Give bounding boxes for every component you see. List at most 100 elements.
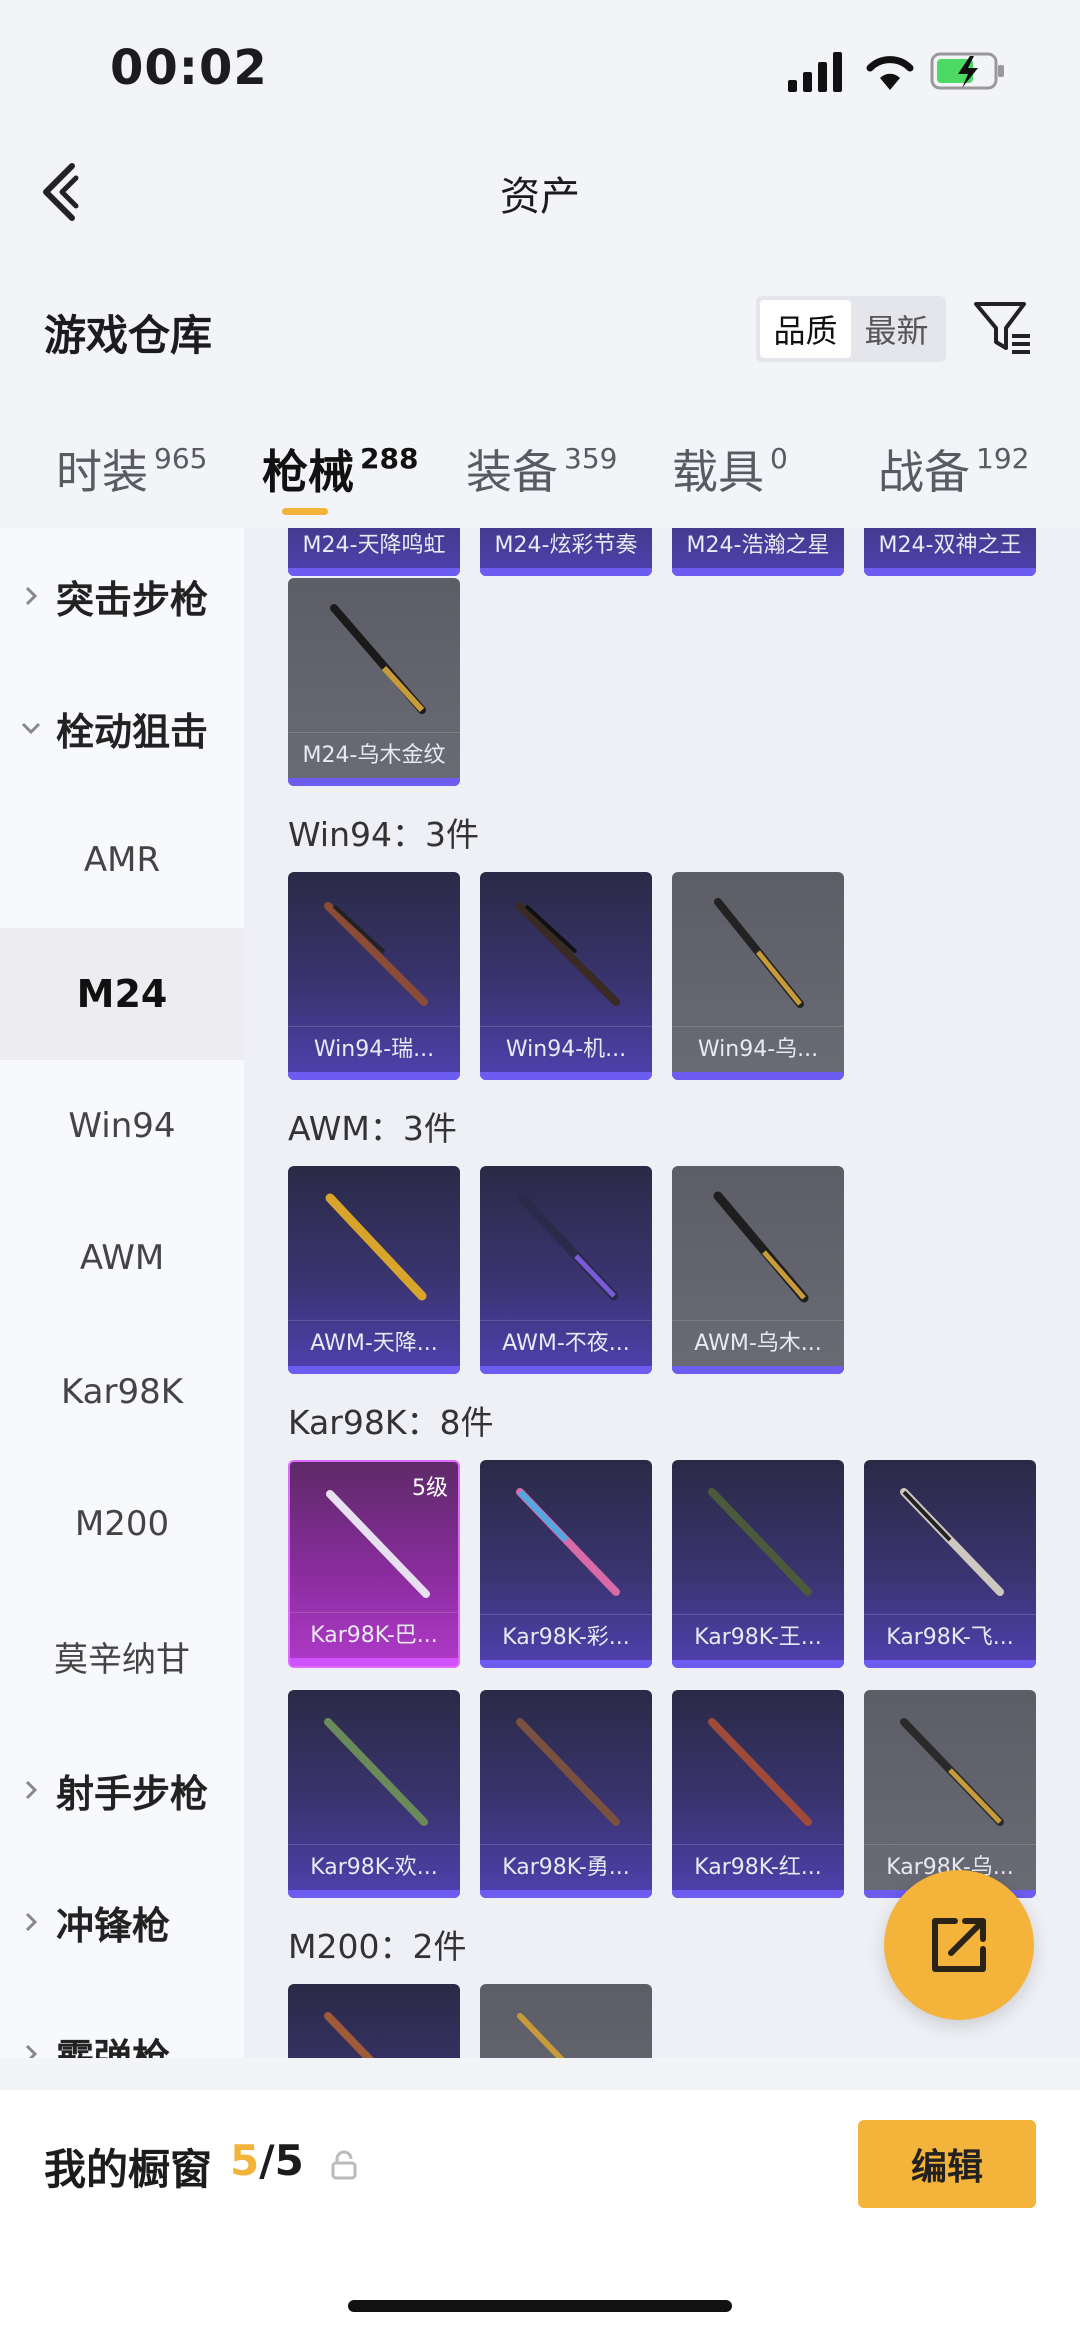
sidebar-item-label: 霰弹枪	[56, 2035, 171, 2059]
tab-label: 战备	[878, 445, 970, 499]
item-card[interactable]: Kar98K-彩...	[480, 1460, 652, 1668]
sidebar-item-marksman[interactable]: 射手步枪	[0, 1724, 244, 1856]
rarity-bar	[864, 1660, 1036, 1668]
tab-fashion[interactable]: 时装 965	[56, 436, 207, 502]
rarity-bar	[480, 1890, 652, 1898]
chevron-right-icon	[25, 2044, 38, 2058]
rifle-icon	[324, 2012, 374, 2058]
item-card[interactable]: Win94-乌...	[672, 872, 844, 1080]
lock-icon	[331, 2150, 357, 2180]
filter-icon[interactable]	[972, 298, 1034, 356]
item-card[interactable]: M24-炫彩节奏	[480, 528, 652, 576]
sidebar-item-label: 突击步枪	[56, 577, 209, 622]
item-card[interactable]: M24-天降鸣虹	[288, 528, 460, 576]
rarity-bar	[480, 1660, 652, 1668]
item-card[interactable]: Kar98K-王...	[672, 1460, 844, 1668]
sidebar-item-smg[interactable]: 冲锋枪	[0, 1856, 244, 1988]
nav-bar: 资产	[0, 140, 1080, 240]
sidebar-item-bolt-sniper[interactable]: 栓动狙击	[0, 662, 244, 794]
item-label: M24-炫彩节奏	[480, 528, 652, 568]
item-label: Kar98K-欢...	[288, 1844, 460, 1890]
rarity-bar	[672, 1366, 844, 1374]
sidebar-item-m200[interactable]: M200	[0, 1458, 244, 1590]
rarity-bar	[480, 568, 652, 576]
status-bar: 00:02	[0, 0, 1080, 130]
item-card[interactable]: Kar98K-飞...	[864, 1460, 1036, 1668]
status-time: 00:02	[110, 40, 268, 96]
sidebar-item-shotgun[interactable]: 霰弹枪	[0, 1988, 244, 2058]
showcase-current: 5	[230, 2136, 260, 2185]
sidebar-item-assault-rifle[interactable]: 突击步枪	[0, 530, 244, 662]
tab-count: 192	[976, 442, 1030, 475]
item-card[interactable]	[288, 1984, 460, 2058]
sidebar-item-m24[interactable]: M24	[0, 928, 244, 1060]
rifle-icon	[324, 1718, 428, 1826]
item-label: Kar98K-勇...	[480, 1844, 652, 1890]
item-label: M24-双神之王	[864, 528, 1036, 568]
share-icon	[932, 1918, 986, 1972]
sort-newest-button[interactable]: 最新	[851, 300, 942, 358]
item-card[interactable]: M24-乌木金纹	[288, 578, 460, 786]
edit-button[interactable]: 编辑	[858, 2120, 1036, 2208]
item-label: M24-乌木金纹	[288, 732, 460, 778]
sidebar-item-kar98k[interactable]: Kar98K	[0, 1326, 244, 1458]
rarity-bar	[672, 1072, 844, 1080]
sidebar-item-amr[interactable]: AMR	[0, 794, 244, 926]
tab-count: 288	[360, 442, 419, 475]
group-title-awm: AWM：3件	[288, 1109, 457, 1148]
tab-supplies[interactable]: 战备 192	[878, 436, 1029, 502]
item-card[interactable]: 5级 Kar98K-巴...	[288, 1460, 460, 1668]
item-card[interactable]: M24-双神之王	[864, 528, 1036, 576]
item-card[interactable]: Kar98K-乌...	[864, 1690, 1036, 1898]
sidebar-item-mosin[interactable]: 莫辛纳甘	[0, 1590, 244, 1722]
tab-count: 359	[564, 442, 618, 475]
rifle-icon	[324, 902, 428, 1006]
tab-guns[interactable]: 枪械 288	[262, 436, 418, 502]
group-title-m200: M200：2件	[288, 1927, 467, 1966]
item-card[interactable]: Win94-机...	[480, 872, 652, 1080]
tab-label: 装备	[466, 445, 558, 499]
item-card[interactable]: Kar98K-勇...	[480, 1690, 652, 1898]
item-card[interactable]: AWM-不夜...	[480, 1166, 652, 1374]
rifle-icon	[517, 2013, 565, 2058]
chevron-right-icon	[25, 1912, 38, 1932]
tab-count: 965	[154, 442, 208, 475]
sidebar-item-win94[interactable]: Win94	[0, 1060, 244, 1192]
rarity-bar	[480, 1366, 652, 1374]
rarity-bar	[288, 1366, 460, 1374]
section-title: 游戏仓库	[44, 311, 213, 360]
share-button[interactable]	[884, 1870, 1034, 2020]
item-card[interactable]: AWM-天降...	[288, 1166, 460, 1374]
signal-icon	[788, 52, 842, 92]
item-label: AWM-天降...	[288, 1320, 460, 1366]
item-card[interactable]: Kar98K-欢...	[288, 1690, 460, 1898]
item-card[interactable]: M24-浩瀚之星	[672, 528, 844, 576]
sidebar-item-awm[interactable]: AWM	[0, 1192, 244, 1324]
item-label: Kar98K-巴...	[290, 1612, 458, 1658]
item-card[interactable]	[480, 1984, 652, 2058]
rarity-bar	[864, 568, 1036, 576]
tab-vehicles[interactable]: 载具 0	[672, 436, 788, 502]
item-card[interactable]: Kar98K-红...	[672, 1690, 844, 1898]
item-label: M24-浩瀚之星	[672, 528, 844, 568]
group-title-win94: Win94：3件	[288, 815, 479, 854]
sidebar: 突击步枪 栓动狙击 AMR M24 Win94 AWM Kar98K M200 …	[0, 528, 244, 2058]
rarity-bar	[672, 568, 844, 576]
chevron-down-icon	[21, 722, 41, 735]
sidebar-item-label: 射手步枪	[56, 1771, 209, 1816]
item-label: Win94-瑞...	[288, 1026, 460, 1072]
item-label: Win94-机...	[480, 1026, 652, 1072]
item-label: AWM-乌木...	[672, 1320, 844, 1366]
rifle-icon	[714, 898, 804, 1008]
rifle-icon	[713, 1191, 809, 1303]
rifle-icon	[900, 1488, 1004, 1596]
rifle-icon	[330, 604, 426, 714]
sort-toggle: 品质 最新	[756, 296, 946, 362]
rarity-bar	[480, 1072, 652, 1080]
tab-label: 载具	[672, 445, 764, 499]
page-title: 资产	[500, 174, 580, 220]
tab-equipment[interactable]: 装备 359	[466, 436, 617, 502]
item-card[interactable]: AWM-乌木...	[672, 1166, 844, 1374]
item-card[interactable]: Win94-瑞...	[288, 872, 460, 1080]
sort-quality-button[interactable]: 品质	[760, 300, 851, 358]
